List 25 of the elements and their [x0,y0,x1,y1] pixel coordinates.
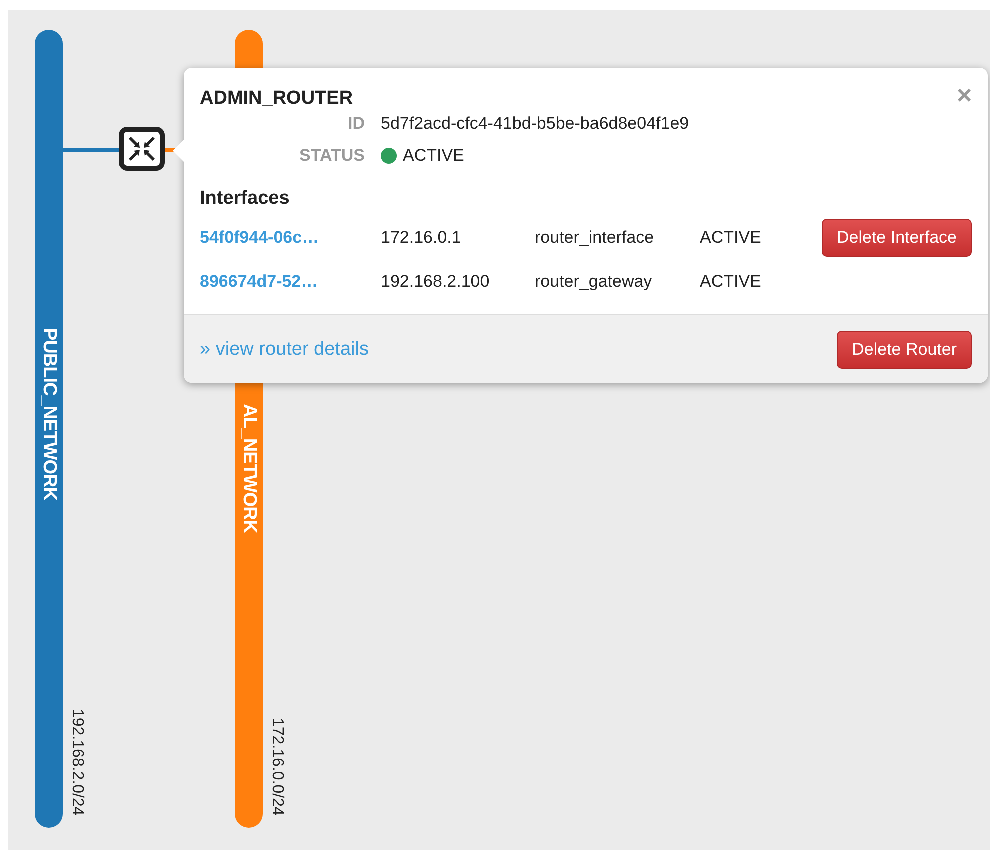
section-heading: Interfaces [200,188,291,210]
close-button[interactable]: × [956,82,972,108]
popover-title: ADMIN_ROUTER [200,88,354,110]
field-value: 5d7f2acd-cfc4-41bd-b5be-ba6d8e04f1e9 [381,114,690,134]
table-cell: 172.16.0.1 [381,228,462,248]
status-dot [381,148,397,164]
network-name: PUBLIC_NETWORK [38,328,60,500]
subnet-label: 192.168.2.0/24 [68,709,86,816]
delete-interface-button[interactable]: Delete Interface [822,219,972,257]
field-label: ID [347,114,365,134]
router-icon[interactable] [119,127,165,171]
status-value: ACTIVE [403,146,464,166]
table-cell: router_interface [535,228,654,248]
table-cell: router_gateway [535,272,652,292]
table-cell: ACTIVE [700,272,762,292]
field-label: STATUS [298,146,365,166]
table-cell: ACTIVE [700,228,762,248]
network-name: AL_NETWORK [238,404,260,534]
view-details-link[interactable]: » view router details [200,339,369,361]
delete-router-button[interactable]: Delete Router [837,331,972,369]
interface-link[interactable]: 54f0f944-06c… [200,228,320,248]
interface-link[interactable]: 896674d7-52… [200,272,318,292]
table-cell: 192.168.2.100 [381,272,490,292]
subnet-label: 172.16.0.0/24 [268,718,286,816]
network-bar[interactable] [35,30,63,828]
